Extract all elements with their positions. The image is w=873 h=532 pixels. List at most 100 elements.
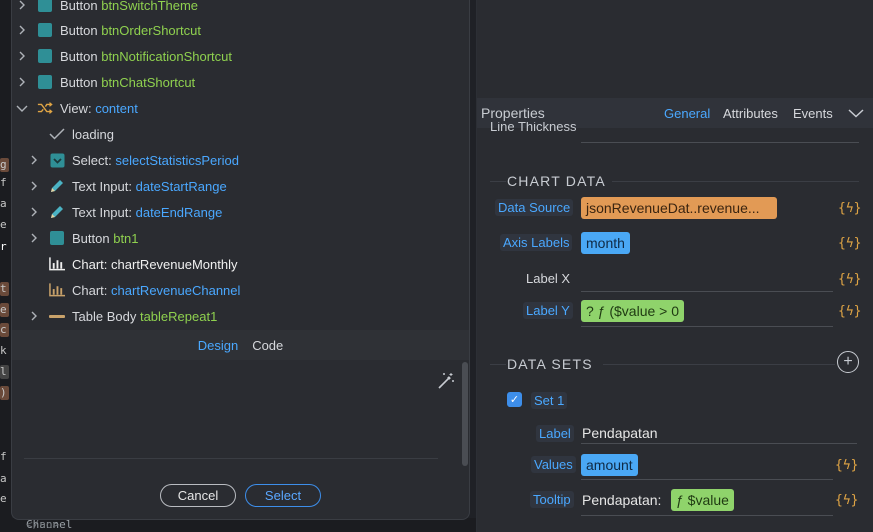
button-icon — [37, 22, 53, 38]
chevron-right-icon[interactable] — [16, 76, 28, 88]
bind-icon[interactable]: {ϟ} — [838, 304, 861, 319]
values-label: Values — [531, 456, 576, 473]
add-dataset-button[interactable]: + — [837, 351, 859, 373]
tree-row-name: content — [95, 100, 138, 116]
tooltip-value[interactable]: ƒ $value — [671, 489, 734, 511]
chevron-right-icon[interactable] — [16, 24, 28, 36]
axis-labels-value[interactable]: month — [581, 232, 630, 254]
tree-row-type: Chart: — [72, 282, 108, 298]
tree-row-type: Button — [60, 22, 98, 38]
tree-row[interactable]: Button btnSwitchTheme — [12, 0, 469, 18]
select-button[interactable]: Select — [245, 484, 321, 507]
tab-attributes[interactable]: Attributes — [723, 106, 778, 121]
chart-data-heading: CHART DATA — [507, 173, 606, 189]
tree-row[interactable]: Chart: chartRevenueMonthly — [12, 251, 469, 277]
bar-chart-icon — [49, 282, 65, 298]
set1-checkbox[interactable]: ✓ — [507, 392, 522, 407]
label-y-underline — [581, 326, 833, 327]
chevron-right-icon[interactable] — [16, 0, 28, 11]
select-icon — [49, 152, 65, 168]
element-tree: Button btnSwitchTheme Button btnOrderSho… — [12, 0, 469, 330]
properties-panel: Properties General Attributes Events Lin… — [477, 0, 873, 532]
values-value[interactable]: amount — [581, 454, 638, 476]
chevron-right-icon[interactable] — [28, 310, 40, 322]
tree-row-name: btnNotificationShortcut — [101, 48, 233, 64]
label-y-value[interactable]: ? ƒ ($value > 0 — [581, 300, 685, 322]
app-root: g f a e r t e c k l ) f a e Channel </no… — [0, 0, 873, 532]
tree-row-name: chartRevenueMonthly — [111, 256, 238, 272]
tab-code[interactable]: Code — [252, 338, 283, 353]
chevron-right-icon[interactable] — [28, 180, 40, 192]
editor-tabs: Design Code — [12, 330, 469, 360]
button-icon — [49, 230, 65, 246]
tree-row[interactable]: Button btn1 — [12, 225, 469, 251]
tree-row[interactable]: Button btnChatShortcut — [12, 69, 469, 95]
chevron-right-icon[interactable] — [28, 232, 40, 244]
axis-labels-label: Axis Labels — [500, 234, 573, 251]
table-body-icon — [49, 308, 65, 324]
tree-row-label: loading — [72, 127, 114, 142]
tab-design[interactable]: Design — [198, 338, 238, 353]
tree-row-type: Chart: — [72, 256, 108, 272]
tree-row[interactable]: Button btnOrderShortcut — [12, 17, 469, 43]
tree-row-label: Button btnChatShortcut — [60, 75, 195, 90]
tree-row-name: chartRevenueChannel — [111, 282, 241, 298]
tree-row[interactable]: View: content — [12, 95, 469, 121]
dataset-label-value[interactable]: Pendapatan — [582, 425, 658, 441]
code-char: r — [0, 240, 7, 253]
code-char: l — [0, 365, 7, 378]
tree-row-name: btnOrderShortcut — [101, 22, 201, 38]
tab-events[interactable]: Events — [793, 106, 833, 121]
tree-row-type: Button — [60, 74, 98, 90]
tree-row[interactable]: Select: selectStatisticsPeriod — [12, 147, 469, 173]
bind-icon[interactable]: {ϟ} — [838, 236, 861, 251]
chevron-down-icon[interactable] — [16, 102, 28, 114]
design-editor-area[interactable] — [12, 360, 469, 470]
tree-row[interactable]: loading — [12, 121, 469, 147]
dataset-label-underline — [581, 443, 857, 444]
chevron-down-icon[interactable] — [848, 106, 864, 121]
bind-icon[interactable]: {ϟ} — [835, 458, 858, 473]
bind-icon[interactable]: {ϟ} — [835, 493, 858, 508]
code-char: e — [0, 492, 7, 505]
tree-row-label: Button btnSwitchTheme — [60, 0, 198, 13]
tree-row[interactable]: Table Body tableRepeat1 — [12, 303, 469, 329]
bind-icon[interactable]: {ϟ} — [838, 272, 861, 287]
tree-row-name: dateStartRange — [135, 178, 227, 194]
section-line — [612, 181, 859, 182]
tree-row-label: Button btnOrderShortcut — [60, 23, 201, 38]
data-source-label: Data Source — [495, 199, 574, 216]
label-x-input[interactable] — [581, 291, 833, 292]
tree-row[interactable]: Text Input: dateStartRange — [12, 173, 469, 199]
tree-row-type: Select: — [72, 152, 112, 168]
tree-row-type: Text Input: — [72, 204, 132, 220]
element-picker-dialog: Button btnSwitchTheme Button btnOrderSho… — [11, 0, 470, 520]
tree-row[interactable]: Text Input: dateEndRange — [12, 199, 469, 225]
tree-row-type: Button — [72, 230, 110, 246]
chevron-right-icon[interactable] — [16, 50, 28, 62]
magic-wand-icon[interactable] — [437, 372, 455, 390]
tree-row[interactable]: Button btnNotificationShortcut — [12, 43, 469, 69]
tree-row-name: btnChatShortcut — [101, 74, 196, 90]
line-thickness-row: Line Thickness — [490, 122, 610, 134]
tree-row-label: Chart: chartRevenueMonthly — [72, 257, 238, 272]
data-source-value[interactable]: jsonRevenueDat..revenue... — [581, 197, 777, 219]
tree-row-type: Table Body — [72, 308, 137, 324]
pencil-icon — [49, 204, 65, 220]
tree-row-type: Button — [60, 48, 98, 64]
tree-row-label: Select: selectStatisticsPeriod — [72, 153, 239, 168]
chevron-right-icon[interactable] — [28, 154, 40, 166]
cancel-button[interactable]: Cancel — [160, 484, 236, 507]
tree-row-type: Button — [60, 0, 98, 13]
tab-general[interactable]: General — [664, 106, 710, 121]
code-char: ) — [0, 386, 7, 399]
code-char: t — [0, 282, 7, 295]
set1-label[interactable]: Set 1 — [531, 392, 568, 409]
editor-scrollbar[interactable] — [462, 362, 468, 466]
chevron-right-icon[interactable] — [28, 206, 40, 218]
tree-row[interactable]: Chart: chartRevenueChannel — [12, 277, 469, 303]
checkmark-icon — [49, 126, 65, 142]
bind-icon[interactable]: {ϟ} — [838, 201, 861, 216]
tooltip-prefix[interactable]: Pendapatan: — [582, 492, 661, 508]
background-code-bottom: Channel </no> — [0, 518, 476, 532]
